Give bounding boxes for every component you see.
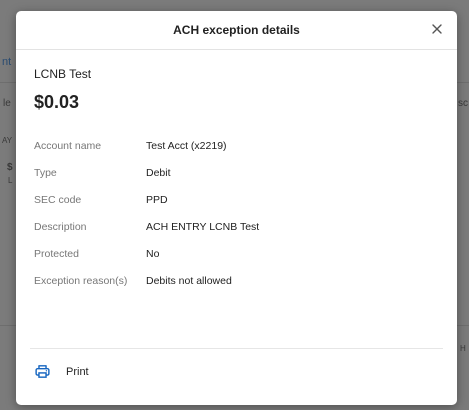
background-text-fragment: le xyxy=(3,98,11,109)
ach-exception-details-dialog: ACH exception details LCNB Test $0.03 Ac… xyxy=(16,11,457,405)
detail-label: SEC code xyxy=(34,194,82,206)
payee-name: LCNB Test xyxy=(34,67,92,81)
detail-label: Account name xyxy=(34,140,102,152)
dialog-title: ACH exception details xyxy=(173,23,300,37)
background-text-fragment: AY xyxy=(2,136,13,145)
detail-label: Protected xyxy=(34,248,79,260)
detail-row-protected: Protected No xyxy=(34,248,434,275)
exception-amount: $0.03 xyxy=(34,92,80,112)
printer-icon xyxy=(35,365,50,378)
print-label: Print xyxy=(66,366,89,378)
detail-value: Debit xyxy=(146,167,171,179)
detail-value: No xyxy=(146,248,160,260)
detail-row-exception-reasons: Exception reason(s) Debits not allowed xyxy=(34,275,434,302)
background-text-fragment: $ xyxy=(7,162,13,173)
background-text-fragment: L xyxy=(8,176,13,185)
detail-label: Exception reason(s) xyxy=(34,275,128,287)
dialog-header: ACH exception details xyxy=(16,11,457,50)
detail-label: Description xyxy=(34,221,87,233)
detail-value: Debits not allowed xyxy=(146,275,232,287)
exception-details-list: Account name Test Acct (x2219) Type Debi… xyxy=(34,140,434,302)
detail-value: ACH ENTRY LCNB Test xyxy=(146,221,260,233)
background-text-fragment: H xyxy=(460,344,466,353)
footer-divider xyxy=(30,348,443,349)
detail-value: Test Acct (x2219) xyxy=(146,140,227,152)
close-icon xyxy=(432,24,442,34)
detail-row-sec-code: SEC code PPD xyxy=(34,194,434,221)
background-text-fragment: sc xyxy=(458,98,468,109)
detail-row-type: Type Debit xyxy=(34,167,434,194)
detail-row-description: Description ACH ENTRY LCNB Test xyxy=(34,221,434,248)
close-button[interactable] xyxy=(427,19,447,39)
background-text-fragment: nt xyxy=(2,56,12,68)
detail-value: PPD xyxy=(146,194,168,206)
detail-row-account-name: Account name Test Acct (x2219) xyxy=(34,140,434,167)
detail-label: Type xyxy=(34,167,57,179)
